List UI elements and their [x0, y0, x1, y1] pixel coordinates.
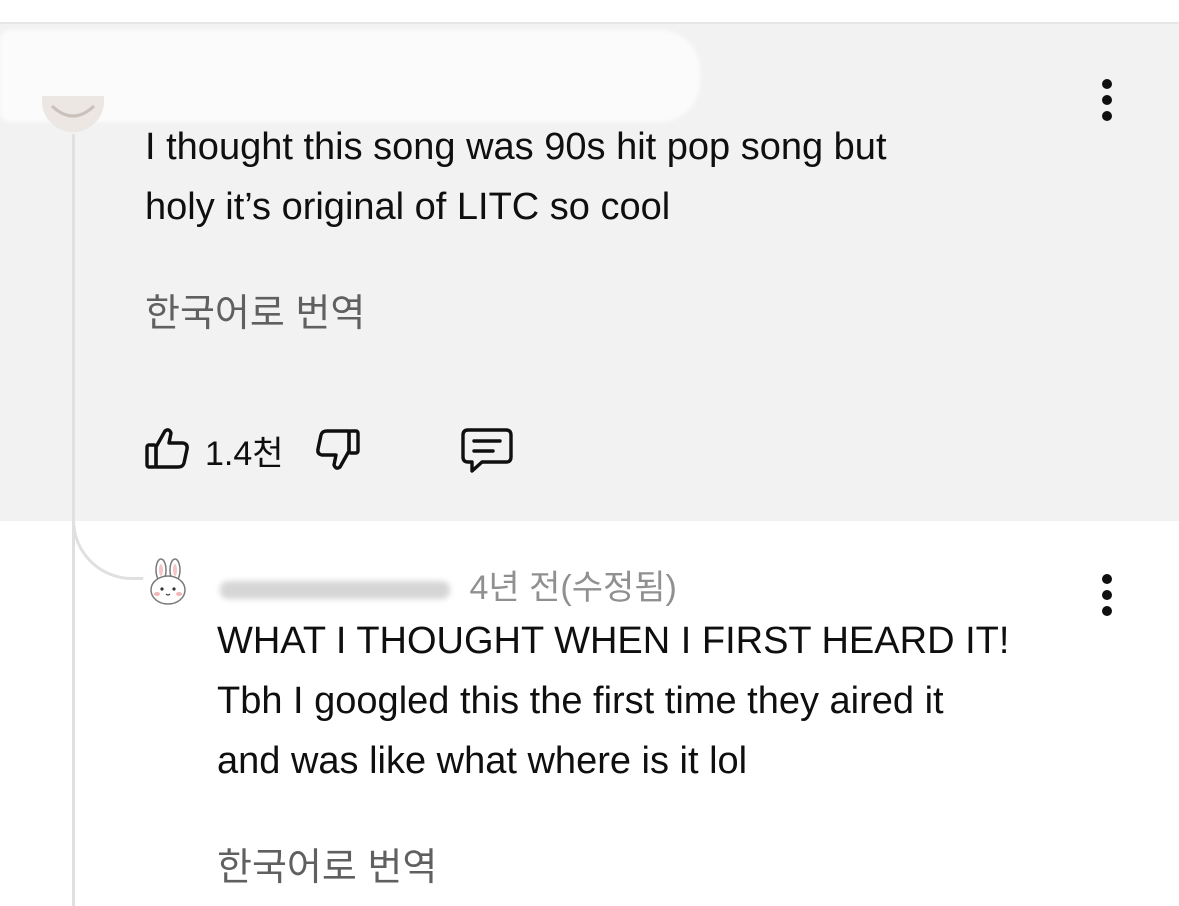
- like-count: 1.4천: [205, 435, 284, 473]
- bunny-avatar-icon[interactable]: [143, 556, 195, 608]
- reply-button[interactable]: [460, 426, 514, 479]
- thumbs-up-icon: [143, 424, 191, 477]
- thumbs-down-icon: [314, 426, 362, 479]
- redacted-reply-author[interactable]: [220, 581, 450, 600]
- dislike-button[interactable]: [314, 426, 362, 479]
- reply-translate-link[interactable]: 한국어로 번역: [217, 836, 437, 891]
- thread-connector: [72, 500, 152, 580]
- translate-link[interactable]: 한국어로 번역: [145, 282, 365, 337]
- like-button[interactable]: 1.4천: [143, 424, 284, 477]
- reply-text: WHAT I THOUGHT WHEN I FIRST HEARD IT! Tb…: [217, 620, 1010, 782]
- comment-reply-icon: [460, 426, 514, 479]
- comment-text: I thought this song was 90s hit pop song…: [145, 126, 887, 228]
- redacted-author-header: [0, 30, 700, 122]
- more-vert-icon[interactable]: [1092, 75, 1122, 125]
- comments-page: I thought this song was 90s hit pop song…: [0, 0, 1179, 906]
- reply-meta: 4년 전(수정됨): [220, 560, 677, 609]
- reply-more-vert-icon[interactable]: [1092, 570, 1122, 620]
- reply-timestamp: 4년 전(수정됨): [469, 569, 677, 607]
